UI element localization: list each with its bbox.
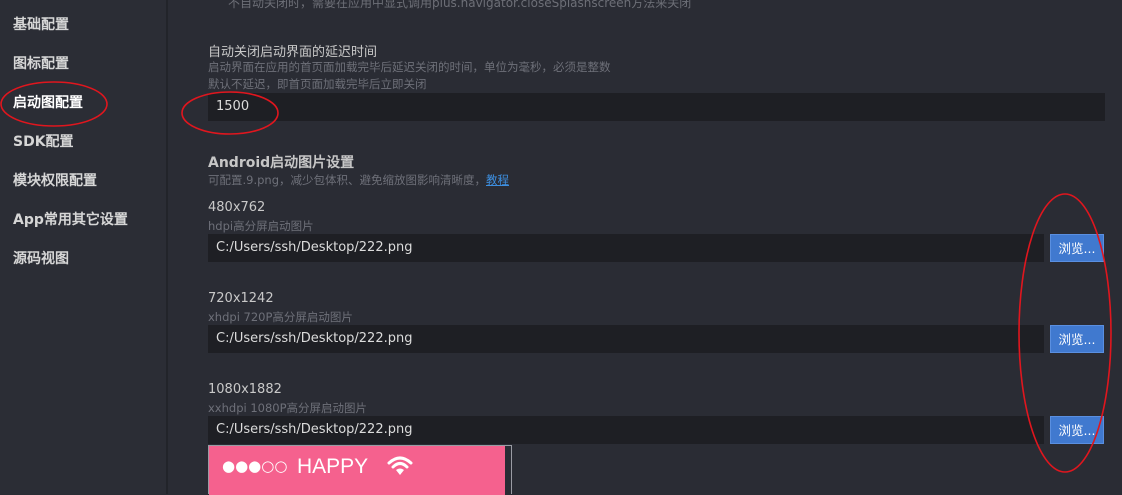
sidebar-item-source[interactable]: 源码视图 xyxy=(13,248,69,268)
delay-input[interactable]: 1500 xyxy=(208,93,1105,121)
image-size-label: 1080x1882 xyxy=(208,382,282,397)
sidebar: 基础配置 图标配置 启动图配置 SDK配置 模块权限配置 App常用其它设置 源… xyxy=(0,0,168,494)
carrier-label: HAPPY xyxy=(297,455,369,478)
preview-status-bar: ●●●○○ HAPPY xyxy=(209,446,505,495)
image-desc: xxhdpi 1080P高分屏启动图片 xyxy=(208,401,368,415)
xxhdpi-browse-button[interactable]: 浏览... xyxy=(1050,416,1104,444)
sidebar-item-basic[interactable]: 基础配置 xyxy=(13,14,69,34)
xhdpi-browse-button[interactable]: 浏览... xyxy=(1050,325,1104,353)
splash-preview: ●●●○○ HAPPY xyxy=(208,445,512,495)
sidebar-item-sdk[interactable]: SDK配置 xyxy=(13,131,74,151)
android-desc-text: 可配置.9.png，减少包体积、避免缩放图影响清晰度， xyxy=(208,173,487,187)
delay-desc-line1: 启动界面在应用的首页面加载完毕后延迟关闭的时间，单位为毫秒，必须是整数 xyxy=(208,60,611,74)
top-cut-text: 不自动关闭时，需要在应用中显式调用plus.navigator.closeSpl… xyxy=(228,0,692,10)
sidebar-item-permissions[interactable]: 模块权限配置 xyxy=(13,170,97,190)
wifi-icon xyxy=(387,455,413,481)
sidebar-item-icon[interactable]: 图标配置 xyxy=(13,53,69,73)
image-desc: xhdpi 720P高分屏启动图片 xyxy=(208,310,353,324)
hdpi-browse-button[interactable]: 浏览... xyxy=(1050,234,1104,262)
tutorial-link[interactable]: 教程 xyxy=(486,173,509,187)
xxhdpi-path-input[interactable]: C:/Users/ssh/Desktop/222.png xyxy=(208,416,1044,444)
delay-label: 自动关闭启动界面的延迟时间 xyxy=(208,45,378,60)
delay-desc-line2: 默认不延迟，即首页面加载完毕后立即关闭 xyxy=(208,77,427,91)
sidebar-item-app-other[interactable]: App常用其它设置 xyxy=(13,209,128,229)
sidebar-item-splash[interactable]: 启动图配置 xyxy=(13,92,83,112)
android-section-desc: 可配置.9.png，减少包体积、避免缩放图影响清晰度，教程 xyxy=(208,172,509,188)
image-desc: hdpi高分屏启动图片 xyxy=(208,219,314,233)
image-size-label: 720x1242 xyxy=(208,291,274,306)
xhdpi-path-input[interactable]: C:/Users/ssh/Desktop/222.png xyxy=(208,325,1044,353)
hdpi-path-input[interactable]: C:/Users/ssh/Desktop/222.png xyxy=(208,234,1044,262)
signal-dots: ●●●○○ xyxy=(222,457,288,475)
android-section-title: Android启动图片设置 xyxy=(208,155,355,171)
image-size-label: 480x762 xyxy=(208,200,266,215)
